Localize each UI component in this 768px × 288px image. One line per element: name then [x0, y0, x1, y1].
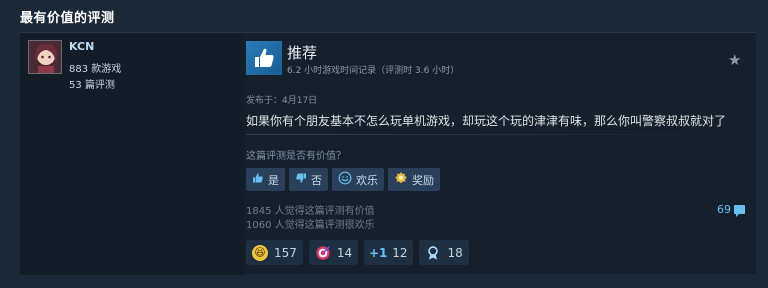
divider: [246, 134, 746, 135]
thumbs-up-icon: [246, 41, 282, 75]
playtime-text: 6.2 小时游戏时间记录（评测时 3.6 小时）: [287, 66, 460, 76]
vote-yes-label: 是: [268, 173, 279, 187]
author-name[interactable]: KCN: [69, 40, 94, 53]
award-badge-icon: [394, 171, 408, 188]
award-plus-one[interactable]: +1 12: [364, 240, 414, 265]
laughing-emoji-icon: 😆: [252, 244, 268, 261]
award-label: 奖励: [412, 173, 434, 187]
ribbon-medal-icon: [425, 245, 441, 261]
comment-bubble-icon: [734, 205, 745, 217]
award-target[interactable]: 14: [308, 240, 359, 265]
plus-one-icon: +1: [368, 245, 388, 260]
section-title: 最有价值的评测: [20, 11, 115, 26]
helpful-question: 这篇评测是否有价值？: [246, 151, 346, 162]
recommendation-title: 推荐: [287, 44, 318, 62]
games-owned-link[interactable]: 883 款游戏: [69, 60, 121, 75]
award-count: 12: [392, 245, 408, 260]
award-count: 14: [336, 245, 353, 260]
review-body: 如果你有个朋友基本不怎么玩单机游戏，却玩这个玩的津津有味，那么你叫警察叔叔就对了: [246, 114, 727, 128]
thumbs-down-icon: [295, 172, 307, 187]
comments-count: 69: [717, 203, 731, 216]
award-laughing[interactable]: 😆 157: [246, 240, 303, 265]
thumbs-up-icon: [252, 172, 264, 187]
vote-no-button[interactable]: 否: [289, 168, 328, 191]
review-card: KCN 883 款游戏 53 篇评测 推荐 6.2 小时游戏时间记录（评测时 3…: [20, 32, 756, 275]
award-ribbon[interactable]: 18: [419, 240, 469, 265]
posted-date: 发布于：4月17日: [246, 96, 318, 106]
vote-yes-button[interactable]: 是: [246, 168, 285, 191]
vote-funny-label: 欢乐: [356, 173, 378, 187]
vote-no-label: 否: [311, 173, 322, 187]
avatar[interactable]: [28, 40, 62, 74]
award-button[interactable]: 奖励: [388, 168, 440, 191]
star-icon[interactable]: ★: [728, 51, 741, 69]
author-panel: KCN 883 款游戏 53 篇评测: [20, 33, 244, 275]
vote-funny-button[interactable]: 欢乐: [332, 168, 384, 191]
comments-link[interactable]: 69: [717, 203, 745, 217]
funny-count: 1060 人觉得这篇评测很欢乐: [246, 220, 375, 231]
award-count: 157: [274, 245, 297, 260]
vote-buttons: 是 否 欢乐 奖励: [246, 168, 440, 191]
reviews-count-link[interactable]: 53 篇评测: [69, 76, 115, 91]
award-count: 18: [447, 245, 463, 260]
smiley-icon: [338, 171, 352, 188]
helpful-count: 1845 人觉得这篇评测有价值: [246, 206, 375, 217]
awards-row: 😆 157 14 +1 12 18: [246, 240, 469, 265]
target-icon: [315, 245, 331, 261]
